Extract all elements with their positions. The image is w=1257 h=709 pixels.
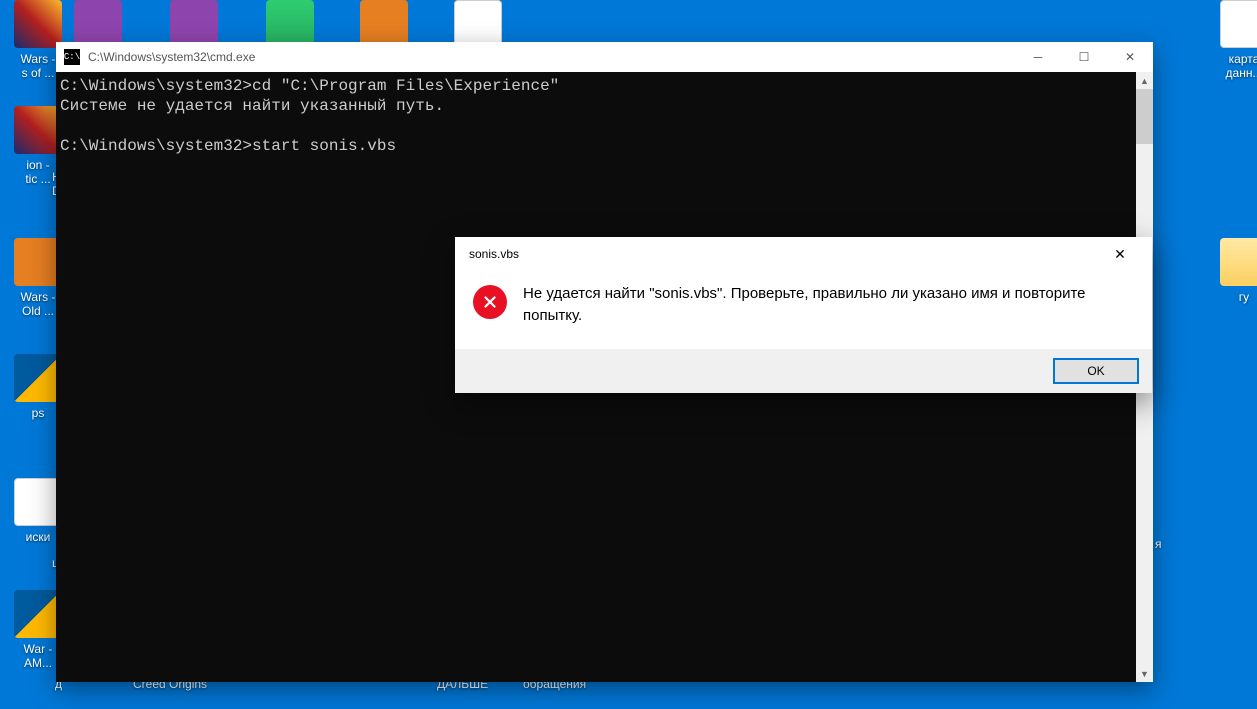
desktop-icon-image	[454, 0, 502, 48]
desktop-icon-image	[14, 354, 62, 402]
cmd-icon: C:\	[64, 49, 80, 65]
dialog-body: Не удается найти "sonis.vbs". Проверьте,…	[455, 271, 1152, 349]
desktop-icon-image	[14, 238, 62, 286]
error-icon	[473, 285, 507, 319]
dialog-message: Не удается найти "sonis.vbs". Проверьте,…	[523, 283, 1132, 327]
desktop-icon-image	[1220, 0, 1257, 48]
scroll-thumb[interactable]	[1136, 89, 1153, 144]
ok-button[interactable]: OK	[1054, 359, 1138, 383]
dialog-footer: OK	[455, 349, 1152, 393]
desktop-icon-image	[170, 0, 218, 48]
close-button[interactable]: ✕	[1107, 42, 1153, 72]
desktop-icon-image	[14, 106, 62, 154]
error-dialog: sonis.vbs ✕ Не удается найти "sonis.vbs"…	[455, 237, 1152, 393]
desktop-icon-image	[74, 0, 122, 48]
cmd-titlebar[interactable]: C:\ C:\Windows\system32\cmd.exe ─ ☐ ✕	[56, 42, 1153, 72]
desktop-icon[interactable]: карта данн...	[1206, 0, 1257, 81]
dialog-titlebar[interactable]: sonis.vbs ✕	[455, 237, 1152, 271]
desktop-icon-image	[14, 590, 62, 638]
desktop-icon-image	[14, 0, 62, 48]
desktop-icon-image	[14, 478, 62, 526]
scroll-down-icon[interactable]: ▼	[1136, 665, 1153, 682]
desktop-icon-image	[266, 0, 314, 48]
desktop-icon-label: карта данн...	[1206, 52, 1257, 81]
desktop-icon-image	[360, 0, 408, 48]
dialog-close-button[interactable]: ✕	[1098, 240, 1142, 268]
cmd-title: C:\Windows\system32\cmd.exe	[88, 50, 1015, 64]
maximize-button[interactable]: ☐	[1061, 42, 1107, 72]
scroll-up-icon[interactable]: ▲	[1136, 72, 1153, 89]
dialog-title: sonis.vbs	[469, 247, 1098, 261]
desktop-icon-label: гу	[1206, 290, 1257, 304]
desktop-text-fragment: я	[1155, 537, 1162, 551]
desktop-icon-image	[1220, 238, 1257, 286]
minimize-button[interactable]: ─	[1015, 42, 1061, 72]
desktop-icon[interactable]: гу	[1206, 238, 1257, 304]
